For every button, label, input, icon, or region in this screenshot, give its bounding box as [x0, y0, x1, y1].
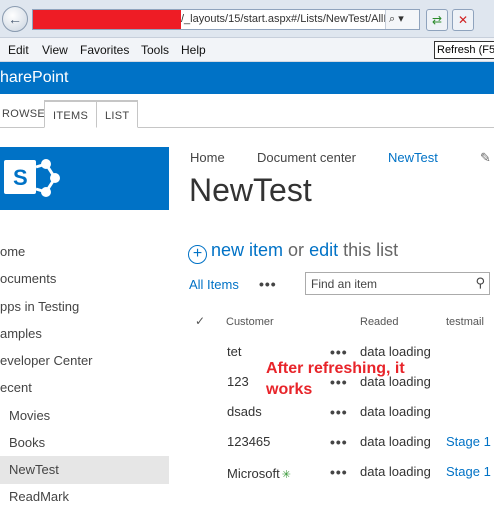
cell-testmail[interactable]: Stage 1 [446, 434, 491, 449]
cell-testmail[interactable]: Stage 1 [446, 464, 491, 479]
browser-menu-bar: Edit View Favorites Tools Help [0, 38, 494, 62]
row-menu-ellipsis-icon[interactable]: ••• [330, 434, 348, 450]
nav-item-developer-center[interactable]: eveloper Center [0, 347, 169, 375]
redaction-block [33, 10, 181, 29]
close-icon: ✕ [457, 13, 469, 27]
menu-edit[interactable]: Edit [8, 43, 29, 57]
logo-letter: S [13, 165, 28, 190]
new-item-link[interactable]: new item [211, 240, 283, 260]
sharepoint-logo-icon: S [4, 159, 60, 197]
suite-bar-title[interactable]: harePoint [0, 69, 69, 86]
breadcrumb-home[interactable]: Home [190, 150, 225, 165]
view-all-items[interactable]: All Items [189, 277, 239, 292]
search-dropdown-icon[interactable]: ⌕ ▾ [385, 10, 419, 29]
nav-item-recent[interactable]: ecent [0, 374, 169, 402]
menu-help[interactable]: Help [181, 43, 206, 57]
nav-item-documents[interactable]: ocuments [0, 265, 169, 293]
refresh-button[interactable]: ⇄ [426, 9, 448, 31]
menu-view[interactable]: View [42, 43, 68, 57]
column-header-customer[interactable]: Customer [226, 316, 274, 328]
sharepoint-logo[interactable]: S [0, 147, 169, 210]
back-arrow-icon: ← [8, 11, 22, 27]
refresh-icon: ⇄ [431, 13, 443, 27]
cell-customer[interactable]: dsads [227, 404, 262, 419]
page-title: NewTest [189, 172, 312, 208]
search-icon[interactable]: ⚲ [475, 275, 485, 291]
url-field[interactable]: /_layouts/15/start.aspx#/Lists/NewTest/A… [32, 9, 420, 30]
menu-tools[interactable]: Tools [141, 43, 169, 57]
cell-readed: data loading [360, 434, 431, 449]
tab-items[interactable]: ITEMS [44, 100, 98, 128]
url-text: /_layouts/15/start.aspx#/Lists/NewTest/A… [181, 13, 387, 25]
ribbon-tabs: ROWSE ITEMS LIST [0, 94, 494, 128]
cell-readed: data loading [360, 344, 431, 359]
find-item-input[interactable] [306, 273, 466, 294]
nav-item-apps-in-testing[interactable]: pps in Testing [0, 293, 169, 321]
nav-item-books[interactable]: Books [0, 429, 169, 457]
cell-readed: data loading [360, 404, 431, 419]
suite-bar: harePoint [0, 62, 494, 94]
stop-button[interactable]: ✕ [452, 9, 474, 31]
nav-item-newtest[interactable]: NewTest [0, 456, 169, 484]
cell-customer[interactable]: 123 [227, 374, 249, 389]
cell-customer[interactable]: 123465 [227, 434, 270, 449]
refresh-tooltip: Refresh (F5 [434, 41, 494, 59]
breadcrumb-document-center[interactable]: Document center [257, 150, 356, 165]
new-item-bar: + new item or edit this list [188, 240, 398, 264]
this-list-text: this list [343, 240, 399, 260]
cell-customer[interactable]: tet [227, 344, 241, 359]
nav-item-home[interactable]: ome [0, 238, 169, 266]
nav-item-readmark[interactable]: ReadMark [0, 483, 169, 511]
cell-customer[interactable]: Microsoft ✳ [227, 466, 291, 481]
plus-circle-icon[interactable]: + [188, 245, 207, 264]
edit-list-link[interactable]: edit [309, 240, 338, 260]
back-button[interactable]: ← [2, 6, 28, 32]
select-all-check-icon[interactable]: ✓ [195, 314, 205, 328]
edit-pencil-icon[interactable]: ✎ [480, 150, 491, 166]
new-item-badge-icon: ✳ [281, 469, 291, 481]
cell-readed: data loading [360, 464, 431, 479]
menu-favorites[interactable]: Favorites [80, 43, 129, 57]
tab-list[interactable]: LIST [96, 100, 139, 128]
annotation-text: After refreshing, it works [266, 360, 405, 398]
find-item-box: ⚲ [305, 272, 490, 295]
browser-address-bar: ← /_layouts/15/start.aspx#/Lists/NewTest… [0, 0, 494, 38]
nav-item-movies[interactable]: Movies [0, 402, 169, 430]
row-menu-ellipsis-icon[interactable]: ••• [330, 404, 348, 420]
view-more-ellipsis-icon[interactable]: ••• [259, 276, 277, 292]
nav-item-samples[interactable]: amples [0, 320, 169, 348]
column-header-readed[interactable]: Readed [360, 316, 399, 328]
or-text: or [288, 240, 305, 260]
row-menu-ellipsis-icon[interactable]: ••• [330, 464, 348, 480]
cell-customer-text[interactable]: Microsoft [227, 466, 280, 481]
breadcrumb-current[interactable]: NewTest [388, 150, 438, 165]
column-header-testmail[interactable]: testmail [446, 316, 484, 328]
